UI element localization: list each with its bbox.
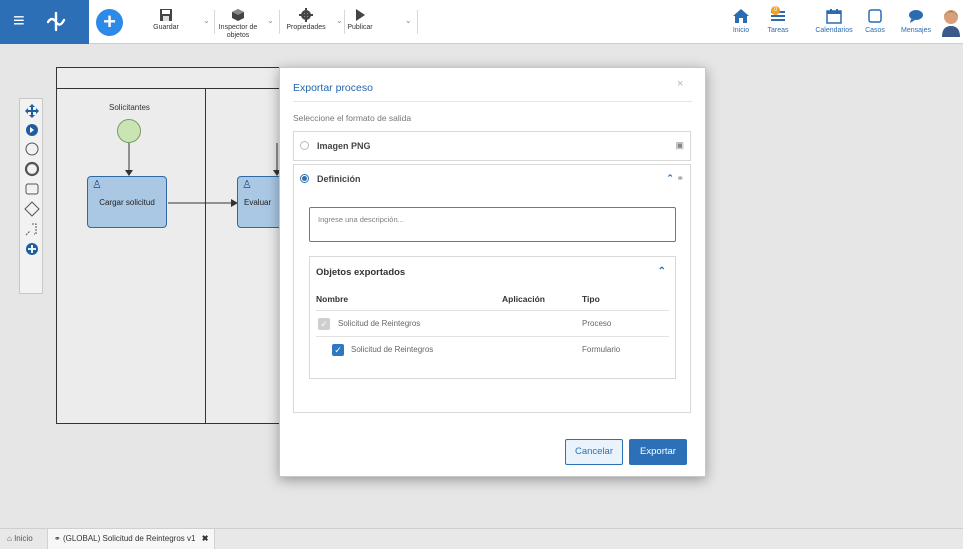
chevron-down-icon[interactable]: ⌄: [203, 16, 210, 25]
flow-arrow: [125, 143, 133, 176]
top-toolbar: ≡ + Guardar ⌄ Inspector de objetos ⌄ Pro…: [0, 0, 963, 44]
publish-label: Publicar: [347, 24, 373, 31]
lane-title: Solicitantes: [109, 103, 150, 112]
start-event[interactable]: [117, 119, 141, 143]
export-button[interactable]: Exportar: [629, 439, 687, 465]
save-icon: [160, 9, 172, 21]
divider: [417, 10, 418, 34]
close-icon[interactable]: ×: [677, 78, 683, 90]
logo-icon[interactable]: [44, 10, 68, 34]
save-button[interactable]: Guardar: [151, 8, 181, 32]
inspector-button[interactable]: Inspector de objetos: [217, 8, 259, 40]
checkbox-checked[interactable]: ✓: [332, 344, 344, 356]
divider: [293, 101, 692, 102]
cancel-button[interactable]: Cancelar: [565, 439, 623, 465]
tab-home-label: Inicio: [14, 534, 33, 543]
flow-arrow: [168, 199, 238, 207]
move-icon[interactable]: [24, 103, 40, 119]
nav-tareas[interactable]: 0 Tareas: [763, 6, 793, 34]
gear-icon: [299, 8, 313, 22]
divider: [214, 10, 215, 34]
option-definicion[interactable]: Definición ⌃ ⚭ Objetos exportados ⌃ Nomb…: [293, 164, 691, 413]
col-nombre: Nombre: [316, 294, 349, 304]
gateway-icon[interactable]: [24, 201, 40, 217]
divider: [279, 10, 280, 34]
properties-label: Propiedades: [286, 24, 326, 31]
export-dialog: Exportar proceso × Seleccione el formato…: [279, 67, 706, 477]
add-button[interactable]: +: [96, 9, 123, 36]
objects-title: Objetos exportados: [316, 267, 406, 278]
chevron-up-icon[interactable]: ⌃: [658, 266, 666, 277]
chevron-down-icon[interactable]: ⌄: [267, 16, 274, 25]
user-icon: ♙: [92, 179, 102, 191]
task-icon[interactable]: [24, 181, 40, 197]
chevron-up-icon[interactable]: ⌃ ⚭: [666, 173, 684, 184]
image-icon: ▣: [675, 140, 684, 150]
chevron-down-icon[interactable]: ⌄: [405, 16, 412, 25]
home-icon: [733, 9, 749, 23]
nav-inicio[interactable]: Inicio: [727, 8, 755, 34]
option-png[interactable]: Imagen PNG ▣: [293, 131, 691, 161]
chat-icon: [909, 10, 923, 23]
option-definicion-label: Definición: [317, 174, 361, 184]
nav-calendarios-label: Calendarios: [815, 27, 853, 34]
table-row: ✓ Solicitud de Reintegros Proceso: [316, 310, 669, 336]
nav-tareas-label: Tareas: [767, 27, 789, 34]
radio-png[interactable]: [300, 141, 309, 150]
table-row: ✓ Solicitud de Reintegros Formulario: [316, 336, 669, 362]
nav-calendarios[interactable]: Calendarios: [812, 8, 856, 34]
tab-process[interactable]: ⚭ (GLOBAL) Solicitud de Reintegros v1 ✖: [47, 529, 216, 549]
dialog-title: Exportar proceso: [293, 82, 373, 94]
tab-home[interactable]: ⌂ Inicio: [7, 534, 33, 543]
task-label: Cargar solicitud: [99, 198, 155, 207]
chevron-down-icon[interactable]: ⌄: [336, 16, 343, 25]
inspector-label: Inspector de objetos: [218, 24, 258, 39]
col-tipo: Tipo: [582, 294, 600, 304]
bottom-tab-bar: ⌂ Inicio ⚭ (GLOBAL) Solicitud de Reinteg…: [0, 528, 963, 549]
radio-definicion[interactable]: [300, 174, 309, 183]
nav-mensajes[interactable]: Mensajes: [898, 8, 934, 34]
shape-palette: [19, 98, 43, 294]
nav-casos-label: Casos: [865, 27, 885, 34]
description-input[interactable]: [318, 215, 658, 224]
start-event-icon[interactable]: [24, 141, 40, 157]
nav-mensajes-label: Mensajes: [901, 27, 931, 34]
cell-nombre: Solicitud de Reintegros: [338, 319, 421, 328]
tasks-badge: 0: [771, 6, 780, 15]
cell-tipo: Proceso: [582, 319, 612, 328]
tab-process-label: (GLOBAL) Solicitud de Reintegros v1: [62, 534, 196, 543]
process-icon: ⚭: [54, 534, 63, 543]
save-label: Guardar: [153, 24, 179, 31]
menu-icon[interactable]: ≡: [13, 11, 25, 31]
nav-casos[interactable]: Casos: [862, 8, 888, 34]
task-cargar-solicitud[interactable]: ♙ Cargar solicitud: [87, 176, 167, 228]
cube-icon: [232, 9, 244, 21]
description-field[interactable]: [309, 207, 676, 242]
cell-nombre: Solicitud de Reintegros: [351, 345, 434, 354]
end-event-icon[interactable]: [24, 161, 40, 177]
case-icon: [868, 9, 882, 23]
nav-inicio-label: Inicio: [732, 27, 750, 34]
avatar[interactable]: [940, 7, 962, 37]
col-aplicacion: Aplicación: [502, 294, 545, 304]
home-icon: ⌂: [7, 534, 15, 543]
calendar-icon: [826, 9, 842, 24]
brand-area: ≡: [0, 0, 89, 44]
option-png-label: Imagen PNG: [317, 141, 371, 151]
properties-button[interactable]: Propiedades: [283, 8, 329, 32]
user-icon: ♙: [242, 179, 252, 191]
arrow-circle-icon[interactable]: [24, 122, 40, 138]
dialog-subtitle: Seleccione el formato de salida: [293, 113, 412, 123]
annotation-icon[interactable]: [24, 221, 40, 237]
close-icon[interactable]: ✖: [202, 534, 209, 543]
checkbox-disabled: ✓: [318, 318, 330, 330]
add-circle-icon[interactable]: [24, 241, 40, 257]
play-icon: [356, 9, 365, 21]
exported-objects-panel: Objetos exportados ⌃ Nombre Aplicación T…: [309, 256, 676, 379]
lane-divider: [205, 89, 206, 423]
publish-button[interactable]: Publicar: [345, 8, 375, 32]
cell-tipo: Formulario: [582, 345, 621, 354]
